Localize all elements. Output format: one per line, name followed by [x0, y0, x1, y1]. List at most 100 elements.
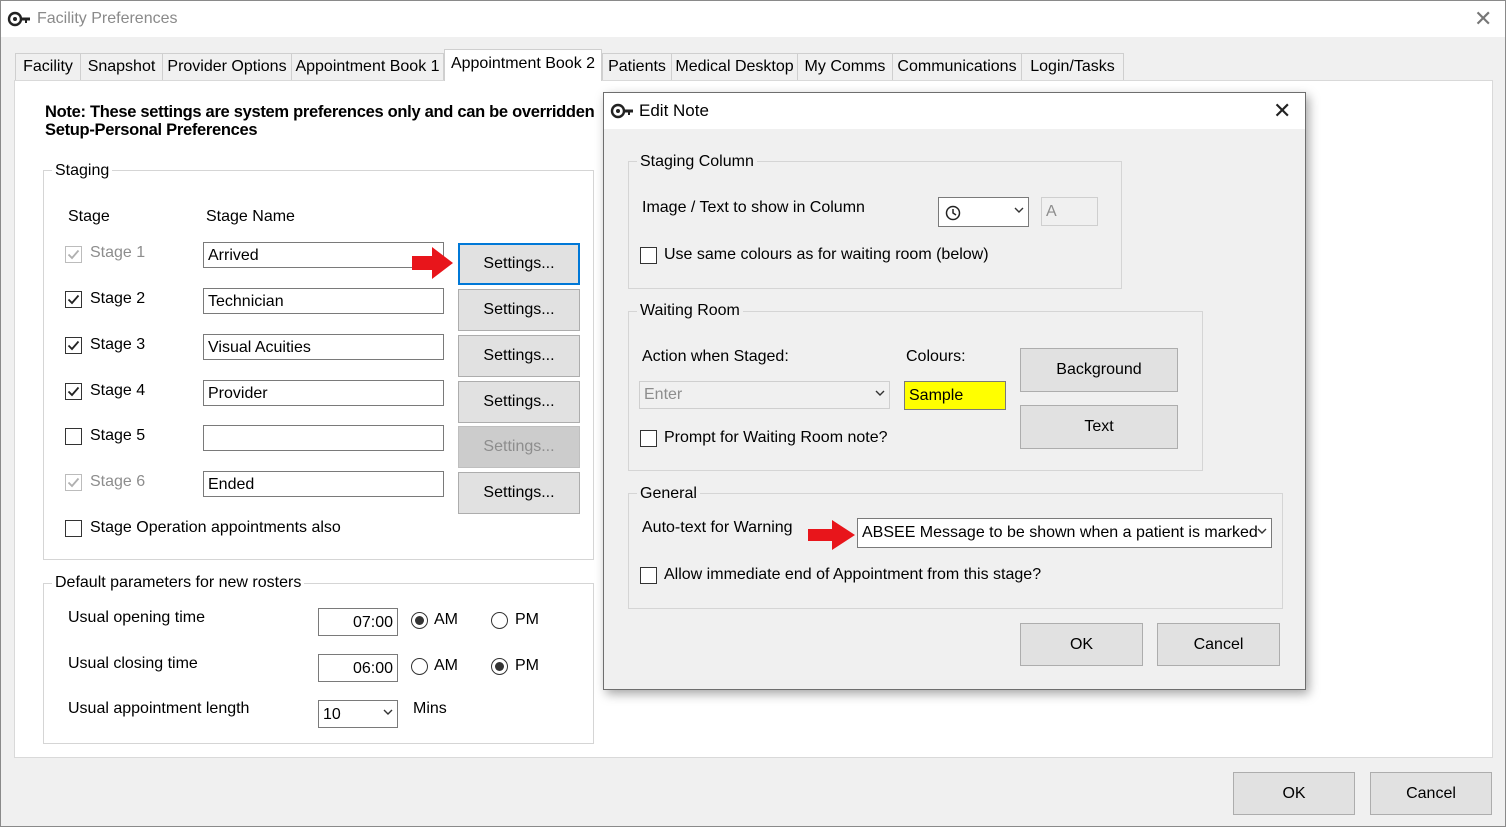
opening-am-label: AM: [434, 611, 458, 628]
stage-operation-checkbox[interactable]: [65, 520, 82, 537]
column-image-select[interactable]: [938, 197, 1029, 227]
tab-provider-options[interactable]: Provider Options: [162, 53, 292, 80]
general-group: [628, 493, 1283, 609]
edit-note-cancel-button[interactable]: Cancel: [1157, 623, 1280, 666]
opening-time-input[interactable]: 07:00: [318, 608, 398, 636]
close-icon[interactable]: ✕: [1474, 8, 1492, 30]
note-line-2: Setup-Personal Preferences: [45, 121, 258, 139]
tab-my-comms[interactable]: My Comms: [797, 53, 893, 80]
closing-time-label: Usual closing time: [68, 655, 198, 672]
chevron-down-icon: [1257, 526, 1267, 536]
appointment-length-label: Usual appointment length: [68, 700, 250, 717]
stage-1-checkbox[interactable]: [65, 246, 82, 263]
autotext-warning-select[interactable]: ABSEE Message to be shown when a patient…: [857, 518, 1272, 548]
closing-am-radio[interactable]: [411, 658, 428, 675]
stage-6-settings-button[interactable]: Settings...: [458, 472, 580, 514]
stage-3-checkbox[interactable]: [65, 337, 82, 354]
stage-column-header: Stage: [68, 208, 110, 225]
action-when-staged-select[interactable]: Enter: [639, 381, 890, 409]
prompt-waiting-room-note-checkbox[interactable]: [640, 430, 657, 447]
red-arrow-icon: [412, 247, 453, 279]
opening-time-label: Usual opening time: [68, 609, 205, 626]
stage-6-name-input[interactable]: Ended: [203, 471, 444, 497]
closing-am-label: AM: [434, 657, 458, 674]
stage-1-name-input[interactable]: Arrived: [203, 242, 444, 268]
note-line-1: Note: These settings are system preferen…: [45, 103, 595, 121]
system-preferences-note: Note: These settings are system preferen…: [45, 103, 595, 139]
background-colour-button[interactable]: Background: [1020, 348, 1178, 392]
appointment-length-select[interactable]: 10: [318, 700, 398, 728]
title-bar: Facility Preferences ✕: [1, 1, 1505, 37]
tab-patients[interactable]: Patients: [602, 53, 672, 80]
stage-2-name-input[interactable]: Technician: [203, 288, 444, 314]
stage-1-label: Stage 1: [90, 244, 146, 261]
stage-4-name-input[interactable]: Provider: [203, 380, 444, 406]
stage-6-checkbox[interactable]: [65, 474, 82, 491]
mins-label: Mins: [413, 700, 447, 717]
tab-appointment-book-2[interactable]: Appointment Book 2: [444, 49, 602, 81]
stage-5-name-input[interactable]: [203, 425, 444, 451]
allow-immediate-end-checkbox[interactable]: [640, 567, 657, 584]
same-colours-label: Use same colours as for waiting room (be…: [664, 246, 989, 263]
tab-appointment-book-1[interactable]: Appointment Book 1: [291, 53, 444, 80]
default-parameters-group-label: Default parameters for new rosters: [52, 574, 305, 592]
chevron-down-icon: [383, 707, 393, 717]
colours-label: Colours:: [906, 348, 966, 365]
ok-button[interactable]: OK: [1233, 772, 1355, 815]
stage-3-name-input[interactable]: Visual Acuities: [203, 334, 444, 360]
opening-am-radio[interactable]: [411, 612, 428, 629]
closing-pm-label: PM: [515, 657, 539, 674]
tab-communications[interactable]: Communications: [892, 53, 1022, 80]
opening-pm-radio[interactable]: [491, 612, 508, 629]
staging-column-group-label: Staging Column: [637, 153, 757, 171]
same-colours-checkbox[interactable]: [640, 247, 657, 264]
closing-time-input[interactable]: 06:00: [318, 654, 398, 682]
stage-2-settings-button[interactable]: Settings...: [458, 289, 580, 331]
stage-4-checkbox[interactable]: [65, 383, 82, 400]
close-icon[interactable]: ✕: [1273, 100, 1291, 122]
stage-name-column-header: Stage Name: [206, 208, 295, 225]
image-text-label: Image / Text to show in Column: [642, 199, 865, 216]
key-icon: [7, 10, 31, 28]
edit-note-title: Edit Note: [639, 101, 709, 120]
opening-pm-label: PM: [515, 611, 539, 628]
autotext-warning-label: Auto-text for Warning: [642, 519, 793, 536]
stage-6-label: Stage 6: [90, 473, 146, 490]
stage-5-checkbox[interactable]: [65, 428, 82, 445]
colour-sample-box: Sample: [904, 381, 1006, 410]
tab-medical-desktop[interactable]: Medical Desktop: [671, 53, 798, 80]
stage-5-settings-button[interactable]: Settings...: [458, 426, 580, 468]
chevron-down-icon: [875, 388, 885, 398]
edit-note-dialog: Edit Note ✕ Staging Column Image / Text …: [603, 92, 1306, 690]
red-arrow-icon: [808, 520, 855, 550]
prompt-waiting-room-note-label: Prompt for Waiting Room note?: [664, 429, 888, 446]
edit-note-ok-button[interactable]: OK: [1020, 623, 1143, 666]
window-title: Facility Preferences: [37, 10, 178, 27]
column-text-input[interactable]: A: [1041, 197, 1098, 226]
closing-pm-radio[interactable]: [491, 658, 508, 675]
stage-operation-label: Stage Operation appointments also: [90, 519, 341, 536]
cancel-button[interactable]: Cancel: [1370, 772, 1492, 815]
key-icon: [610, 102, 634, 120]
text-colour-button[interactable]: Text: [1020, 405, 1178, 449]
chevron-down-icon: [1014, 205, 1024, 215]
waiting-room-group-label: Waiting Room: [637, 302, 743, 320]
allow-immediate-end-label: Allow immediate end of Appointment from …: [664, 566, 1042, 583]
stage-4-label: Stage 4: [90, 382, 146, 399]
tab-facility[interactable]: Facility: [15, 53, 81, 80]
appointment-length-value: 10: [323, 706, 341, 723]
autotext-warning-value: ABSEE Message to be shown when a patient…: [862, 524, 1258, 541]
stage-3-label: Stage 3: [90, 336, 146, 353]
stage-3-settings-button[interactable]: Settings...: [458, 335, 580, 377]
tab-snapshot[interactable]: Snapshot: [80, 53, 163, 80]
stage-1-settings-button[interactable]: Settings...: [458, 243, 580, 285]
clock-icon: [945, 205, 961, 221]
action-when-staged-label: Action when Staged:: [642, 348, 789, 365]
stage-5-label: Stage 5: [90, 427, 146, 444]
tab-login-tasks[interactable]: Login/Tasks: [1021, 53, 1124, 80]
stage-2-checkbox[interactable]: [65, 291, 82, 308]
staging-group-label: Staging: [52, 162, 113, 180]
action-when-staged-value: Enter: [644, 386, 683, 403]
stage-4-settings-button[interactable]: Settings...: [458, 381, 580, 423]
general-group-label: General: [637, 485, 700, 503]
